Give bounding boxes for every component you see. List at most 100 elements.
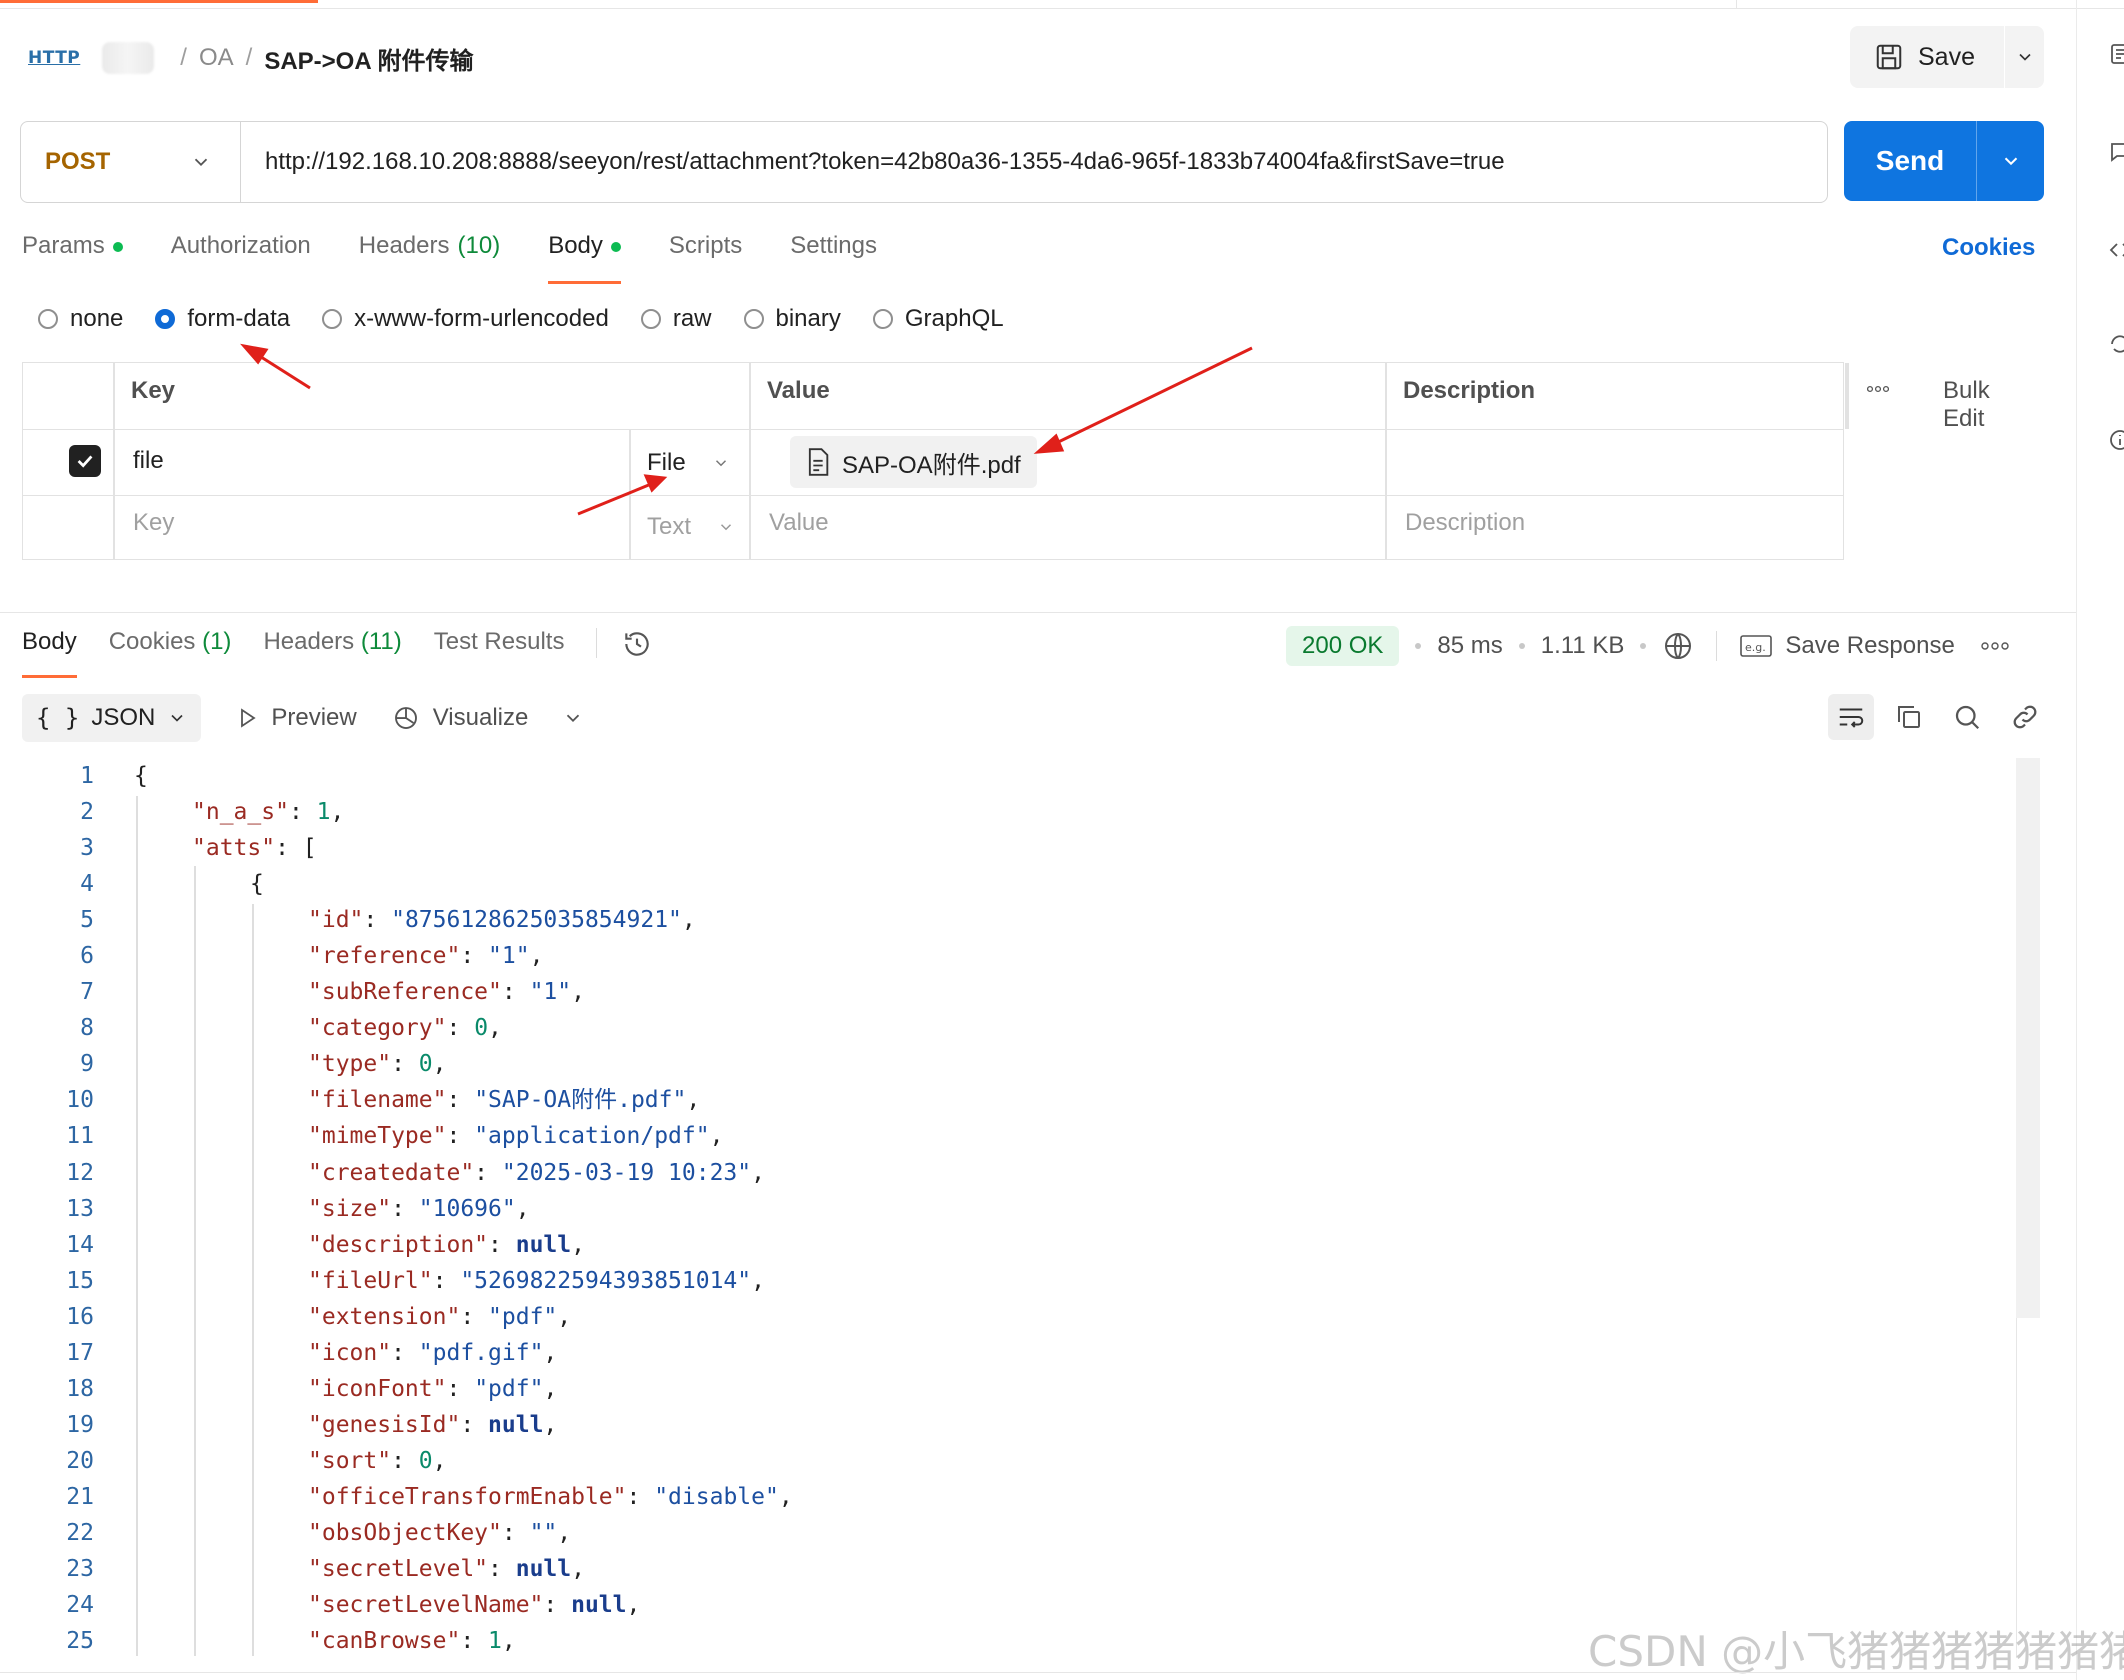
radio-raw[interactable]: raw [640,305,712,333]
response-tab-headers[interactable]: Headers (11) [263,628,401,678]
code-text: "reference": "1", [134,938,543,974]
request-title[interactable]: SAP->OA 附件传输 [264,41,473,76]
new-value-input[interactable]: Value [769,509,829,537]
tab-params[interactable]: Params [22,232,123,284]
code-token: "1" [529,979,572,1006]
new-key-type-select[interactable]: Text [647,513,735,541]
copy-button[interactable] [1886,694,1932,740]
code-text: "filename": "SAP-OA附件.pdf", [134,1082,700,1118]
new-description-input[interactable]: Description [1405,509,1525,537]
wrap-lines-button[interactable] [1828,694,1874,740]
save-button[interactable]: Save [1850,26,2004,88]
send-options-button[interactable] [1977,150,2044,172]
code-text: "secretLevel": null, [134,1551,585,1587]
code-text: "createdate": "2025-03-19 10:23", [134,1155,765,1191]
save-response-icon: e.g. [1740,635,1773,657]
radio-x-www-form-urlencoded[interactable]: x-www-form-urlencoded [322,305,609,333]
code-token: : [446,1015,475,1042]
code-token: "filename" [308,1087,447,1114]
code-text: "subReference": "1", [134,974,585,1010]
info-icon[interactable] [2108,428,2124,452]
breadcrumb: HTTP / OA / SAP->OA 附件传输 [28,36,473,80]
key-input[interactable]: file [133,447,164,475]
table-header-row [23,363,1843,430]
url-input[interactable]: http://192.168.10.208:8888/seeyon/rest/a… [241,148,1505,176]
documentation-icon[interactable] [2108,42,2124,66]
visualize-button[interactable]: Visualize [391,703,528,733]
visualize-icon [394,707,417,729]
radio-form-data[interactable]: form-data [155,305,290,333]
search-button[interactable] [1944,694,1990,740]
line-number: 18 [66,1375,94,1402]
radio-graphql[interactable]: GraphQL [872,305,1004,333]
new-key-input[interactable]: Key [133,509,174,537]
code-text: "atts": [ [134,830,317,866]
tab-settings[interactable]: Settings [790,232,877,284]
code-token: "type" [308,1051,392,1078]
link-button[interactable] [2002,694,2048,740]
cookies-link[interactable]: Cookies [1942,234,2035,262]
more-options-icon[interactable] [1981,641,2009,651]
history-icon[interactable] [621,628,653,660]
code-line: 1{ [40,758,793,794]
more-options-icon[interactable] [1867,385,1889,393]
code-icon[interactable] [2108,238,2124,262]
editor-scrollbar[interactable] [2016,758,2040,1318]
bulk-edit-link[interactable]: Bulk Edit [1943,377,1990,433]
row-enabled-checkbox[interactable] [69,445,101,477]
chevron-down-icon [2004,157,2017,166]
save-icon [1876,44,1902,70]
line-number: 13 [66,1195,94,1222]
code-token: "size" [308,1195,392,1222]
preview-button[interactable]: Preview [235,704,357,732]
response-tab-test-results[interactable]: Test Results [434,628,565,678]
send-button[interactable]: Send [1844,145,1976,177]
radio-none[interactable]: none [38,305,123,333]
response-size[interactable]: 1.11 KB [1541,632,1625,660]
code-token: : [363,907,392,934]
format-select[interactable]: { } JSON [22,694,202,742]
related-icon[interactable] [2108,332,2124,356]
code-token: , [501,1628,516,1655]
request-url-bar: POST http://192.168.10.208:8888/seeyon/r… [20,121,1828,203]
code-token: "obsObjectKey" [308,1519,502,1546]
http-request-icon: HTTP [28,48,81,68]
response-tab-cookies[interactable]: Cookies (1) [109,628,232,678]
method-select[interactable]: POST [21,122,241,202]
globe-icon[interactable] [1662,630,1694,662]
chevron-down-icon[interactable] [562,707,584,729]
chevron-down-icon [715,460,726,467]
code-token: "extension" [308,1303,461,1330]
selected-file-chip[interactable]: SAP-OA附件.pdf [790,436,1037,488]
save-options-button[interactable] [2005,47,2044,67]
response-meta: 200 OK 85 ms 1.11 KB e.g. Save Response [1286,624,2009,668]
response-code-editor[interactable]: 1{2 "n_a_s": 1, 3 "atts": [4{5 "id": "875612… [40,758,793,1659]
line-number: 20 [66,1447,94,1474]
code-token: 0 [418,1051,433,1078]
code-token: 0 [474,1015,489,1042]
tab-scripts[interactable]: Scripts [669,232,742,284]
response-tab-body[interactable]: Body [22,628,77,678]
search-icon [1955,705,1980,730]
line-number: 2 [80,799,94,826]
line-number: 14 [66,1231,94,1258]
form-data-table: Key Value Description Bulk Edit file Fil… [22,362,1990,560]
comments-icon[interactable] [2108,140,2124,164]
tab-authorization[interactable]: Authorization [171,232,311,284]
code-token: : [488,1556,516,1583]
line-number: 19 [66,1411,94,1438]
code-token: "officeTransformEnable" [308,1483,627,1510]
response-time[interactable]: 85 ms [1437,632,1502,660]
key-type-select[interactable]: File [647,449,730,477]
breadcrumb-collection[interactable]: OA [199,44,234,72]
radio-binary[interactable]: binary [743,305,841,333]
line-number: 15 [66,1267,94,1294]
line-number: 7 [80,979,94,1006]
tab-headers[interactable]: Headers (10) [359,232,500,284]
code-line: 2 "n_a_s": 1, [40,794,793,830]
tab-body[interactable]: Body [548,232,621,284]
save-response-button[interactable]: Save Response [1785,632,1954,660]
code-token: "pdf" [474,1375,544,1402]
line-number: 9 [80,1051,94,1078]
status-badge[interactable]: 200 OK [1286,626,1400,666]
